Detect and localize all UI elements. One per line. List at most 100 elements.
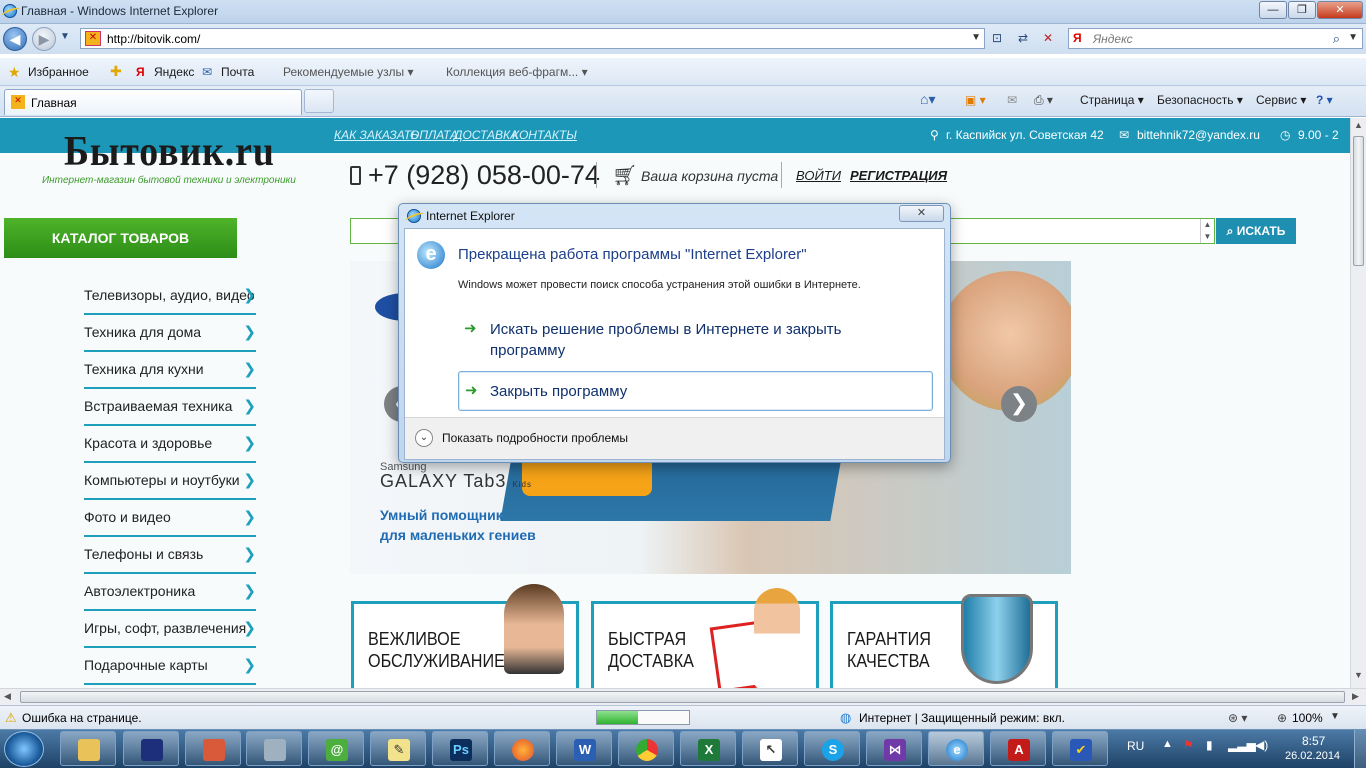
new-tab-button[interactable] [304, 89, 334, 113]
add-favorite-icon[interactable]: ✚ [110, 63, 122, 80]
vertical-scrollbar[interactable]: ▲ ▼ [1350, 118, 1366, 688]
catalog-item[interactable]: Автоэлектроника ❯ [84, 574, 256, 611]
catalog-item[interactable]: Игры, софт, развлечения ❯ [84, 611, 256, 648]
read-mail-icon[interactable]: ✉ [1007, 93, 1017, 107]
refresh-icon[interactable]: ⇄ [1013, 28, 1033, 49]
horizontal-scroll-thumb[interactable] [20, 691, 1345, 703]
taskbar-notes[interactable]: ✎ [370, 731, 426, 766]
taskbar-excel[interactable]: X [680, 731, 736, 766]
taskbar-internet-explorer[interactable]: e [928, 731, 984, 766]
clock-date[interactable]: 26.02.2014 [1285, 750, 1340, 762]
home-icon[interactable]: ⌂▾ [920, 91, 935, 108]
shop-email[interactable]: bittehnik72@yandex.ru [1137, 128, 1260, 142]
feature-fast-delivery[interactable]: БЫСТРАЯ ДОСТАВКА [591, 588, 819, 688]
search-icon[interactable]: ⌕ [1333, 31, 1340, 47]
catalog-item[interactable]: Встраиваемая техника ❯ [84, 389, 256, 426]
taskbar-chrome[interactable] [618, 731, 674, 766]
search-box[interactable]: Я Яндекс ⌕ ▼ [1068, 28, 1363, 49]
site-logo[interactable]: Бытовик.ru [64, 128, 275, 176]
fav-yandex[interactable]: Яндекс [154, 65, 194, 79]
taskbar-app-network[interactable] [185, 731, 241, 766]
print-icon[interactable]: ⎙ ▾ [1034, 93, 1053, 108]
search-spinner[interactable]: ▲ ▼ [1200, 219, 1214, 243]
cart-icon[interactable]: 🛒︎ [612, 163, 637, 188]
slider-next-button[interactable]: ❯ [1001, 386, 1037, 422]
scroll-left-icon[interactable]: ◀ [4, 691, 11, 702]
catalog-item[interactable]: Телевизоры, аудио, видео ❯ [84, 278, 256, 315]
stop-icon[interactable]: ✕ [1038, 28, 1058, 49]
scroll-up-icon[interactable]: ▲ [1352, 120, 1365, 133]
rss-icon[interactable]: ▣ ▾ [965, 93, 986, 107]
tools-menu[interactable]: Сервис ▾ [1256, 93, 1306, 107]
compat-view-icon[interactable]: ⊡ [987, 28, 1007, 49]
favorites-star-icon[interactable]: ★ [8, 64, 21, 81]
feature-polite-service[interactable]: ВЕЖЛИВОЕ ОБСЛУЖИВАНИЕ [351, 584, 579, 688]
scroll-right-icon[interactable]: ▶ [1352, 691, 1359, 702]
zone-text[interactable]: Интернет | Защищенный режим: вкл. [859, 711, 1065, 725]
history-dropdown-icon[interactable]: ▼ [60, 31, 70, 42]
tray-signal-icon[interactable]: ▂▃▅ [1228, 738, 1256, 752]
taskbar-photoshop[interactable]: Ps [432, 731, 488, 766]
taskbar-app-cursor[interactable]: ↖ [742, 731, 798, 766]
help-icon[interactable]: ? ▾ [1316, 93, 1333, 107]
site-search-button[interactable]: ⌕ ИСКАТЬ [1216, 218, 1296, 244]
scroll-down-icon[interactable]: ▼ [1352, 670, 1365, 683]
taskbar-app-save[interactable] [123, 731, 179, 766]
fav-suggested[interactable]: Рекомендуемые узлы ▾ [283, 65, 414, 79]
expand-details-icon[interactable]: ⌄ [415, 429, 433, 447]
show-desktop-button[interactable] [1354, 730, 1366, 768]
login-link[interactable]: ВОЙТИ [796, 168, 841, 183]
start-button[interactable] [4, 731, 44, 767]
language-indicator[interactable]: RU [1127, 739, 1144, 753]
page-menu[interactable]: Страница ▾ [1080, 93, 1144, 107]
status-error-text[interactable]: Ошибка на странице. [22, 711, 142, 725]
clock-time[interactable]: 8:57 [1302, 734, 1325, 748]
maximize-button[interactable]: ❐ [1288, 1, 1316, 19]
catalog-item[interactable]: Телефоны и связь ❯ [84, 537, 256, 574]
feature-quality-guarantee[interactable]: ГАРАНТИЯ КАЧЕСТВА [830, 594, 1058, 688]
catalog-item[interactable]: Красота и здоровье ❯ [84, 426, 256, 463]
cart-status[interactable]: Ваша корзина пуста [641, 168, 778, 184]
forward-button[interactable]: ▶ [32, 27, 56, 51]
back-button[interactable]: ◀ [3, 27, 27, 51]
security-icon[interactable]: ⊛ ▾ [1228, 711, 1247, 725]
link-how-to-order[interactable]: КАК ЗАКАЗАТЬ [334, 128, 419, 142]
taskbar-visual-studio[interactable]: ⋈ [866, 731, 922, 766]
warning-icon[interactable]: ⚠ [5, 710, 17, 726]
fav-mail[interactable]: Почта [221, 65, 254, 79]
close-program-option[interactable]: ➜ Закрыть программу [458, 371, 933, 411]
link-contacts[interactable]: КОНТАКТЫ [512, 128, 577, 142]
taskbar-word[interactable]: W [556, 731, 612, 766]
taskbar-calculator[interactable] [246, 731, 302, 766]
tab-main[interactable]: ✕ Главная [4, 89, 302, 115]
taskbar-mail-agent[interactable]: @ [308, 731, 364, 766]
dialog-close-button[interactable]: ✕ [899, 205, 944, 222]
search-options-icon[interactable]: ▼ [1348, 32, 1358, 43]
catalog-item[interactable]: Компьютеры и ноутбуки ❯ [84, 463, 256, 500]
horizontal-scrollbar[interactable]: ◀ ▶ [0, 688, 1366, 705]
taskbar-app-check[interactable]: ✔ [1052, 731, 1108, 766]
zoom-icon[interactable]: ⊕ [1277, 711, 1287, 725]
catalog-item[interactable]: Фото и видео ❯ [84, 500, 256, 537]
safety-menu[interactable]: Безопасность ▾ [1157, 93, 1243, 107]
minimize-button[interactable]: — [1259, 1, 1287, 19]
taskbar-firefox[interactable] [494, 731, 550, 766]
fav-webslices[interactable]: Коллекция веб-фрагм... ▾ [446, 65, 588, 79]
show-details-link[interactable]: Показать подробности проблемы [442, 431, 628, 445]
search-solution-option[interactable]: ➜ Искать решение проблемы в Интернете и … [458, 319, 938, 363]
taskbar-skype[interactable]: S [804, 731, 860, 766]
close-window-button[interactable]: ✕ [1317, 1, 1363, 19]
zoom-dropdown-icon[interactable]: ▼ [1330, 711, 1340, 722]
catalog-item[interactable]: Техника для дома ❯ [84, 315, 256, 352]
tray-volume-icon[interactable]: ◀) [1255, 738, 1268, 752]
url-field[interactable]: ✕ http://bitovik.com/ ▼ [80, 28, 985, 49]
link-delivery[interactable]: ДОСТАВКА [454, 128, 518, 142]
catalog-item[interactable]: Подарочные карты ❯ [84, 648, 256, 685]
vertical-scroll-thumb[interactable] [1353, 136, 1364, 266]
url-text[interactable]: http://bitovik.com/ [107, 32, 200, 46]
tray-network-error-icon[interactable]: ⚑ [1183, 738, 1194, 752]
url-dropdown-icon[interactable]: ▼ [971, 32, 981, 43]
zoom-level[interactable]: 100% [1292, 711, 1323, 725]
register-link[interactable]: РЕГИСТРАЦИЯ [850, 168, 947, 183]
tray-device-icon[interactable]: ▮ [1206, 738, 1213, 752]
